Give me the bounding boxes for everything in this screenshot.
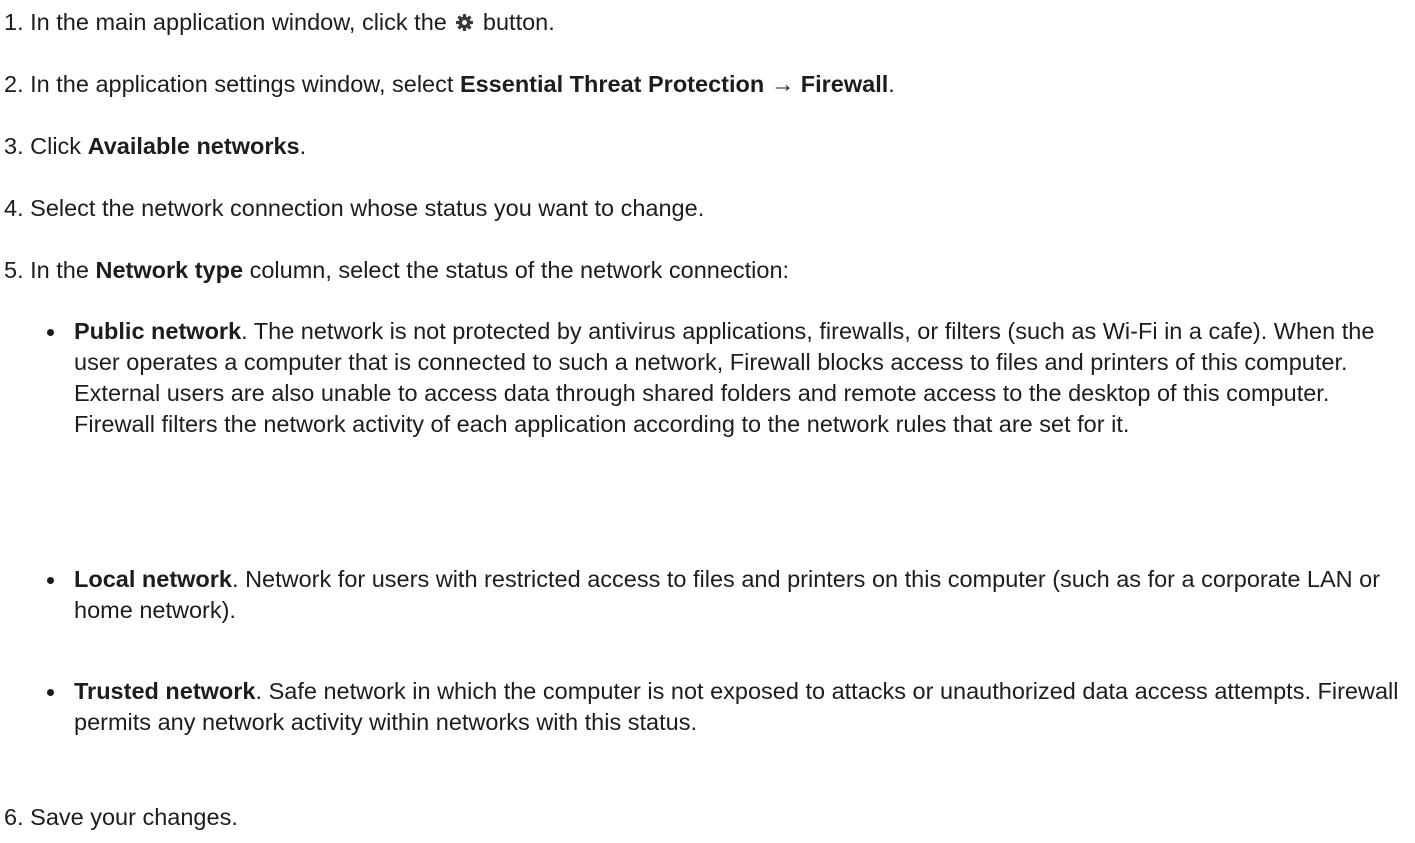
step-text: In the <box>30 257 89 283</box>
network-type-name: Trusted network <box>74 678 256 704</box>
menu-path: Essential Threat Protection → Firewall <box>459 71 889 97</box>
step-number: 6. <box>4 804 24 830</box>
list-item: Local network. Network for users with re… <box>47 564 1406 626</box>
network-type-name: Public network <box>74 318 242 344</box>
list-item: Trusted network. Safe network in which t… <box>47 676 1406 738</box>
bullet-icon <box>47 329 54 336</box>
step-text: button. <box>482 9 555 35</box>
step-text: . <box>888 71 895 97</box>
step-number: 1. <box>4 9 24 35</box>
step-3: 3. Click Available networks. <box>4 131 306 162</box>
network-type-name: Local network <box>74 566 233 592</box>
step-text: In the main application window, click th… <box>30 9 447 35</box>
available-networks-label: Available networks <box>87 133 300 159</box>
step-text: . <box>299 133 307 159</box>
network-type-description: . The network is not protected by antivi… <box>74 318 1375 437</box>
list-item: Public network. The network is not prote… <box>47 316 1406 440</box>
step-number: 3. <box>4 133 24 159</box>
step-text: column, select the status of the network… <box>249 257 790 283</box>
network-type-description: . Safe network in which the computer is … <box>74 678 1399 735</box>
step-4: 4. Select the network connection whose s… <box>4 193 704 224</box>
step-number: 5. <box>4 257 24 283</box>
step-text: Click <box>30 133 82 159</box>
network-type-label: Network type <box>95 257 244 283</box>
step-text: Select the network connection whose stat… <box>30 195 705 221</box>
step-1: 1. In the main application window, click… <box>4 7 555 38</box>
step-text: In the application settings window, sele… <box>30 71 454 97</box>
step-2: 2. In the application settings window, s… <box>4 69 895 100</box>
step-6: 6. Save your changes. <box>4 802 238 833</box>
step-number: 2. <box>4 71 24 97</box>
gear-icon <box>455 13 474 32</box>
bullet-icon <box>47 689 54 696</box>
bullet-icon <box>47 577 54 584</box>
step-5: 5. In the Network type column, select th… <box>4 255 789 286</box>
step-number: 4. <box>4 195 24 221</box>
step-text: Save your changes. <box>30 804 238 830</box>
network-type-description: . Network for users with restricted acce… <box>74 566 1381 623</box>
